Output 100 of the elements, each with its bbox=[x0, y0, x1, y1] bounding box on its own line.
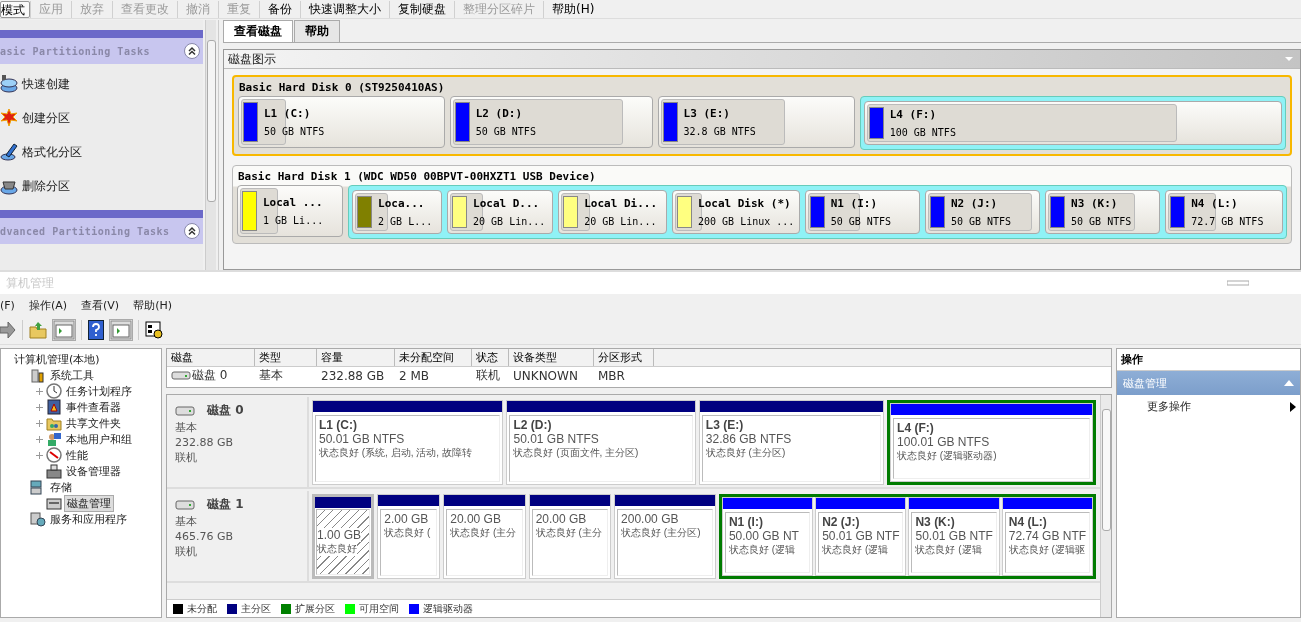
expander-icon[interactable] bbox=[35, 450, 44, 460]
partition-block[interactable]: N2 (J:) 50 GB NTFS bbox=[924, 190, 1040, 234]
action-link[interactable]: 更多操作 bbox=[1147, 399, 1191, 414]
starburst-icon[interactable] bbox=[0, 108, 18, 128]
panel-title: 磁盘图示 bbox=[228, 50, 276, 68]
toolbar-button[interactable]: 备份 bbox=[259, 0, 300, 18]
folder-up-icon[interactable] bbox=[29, 321, 47, 339]
tab[interactable]: 查看磁盘 bbox=[223, 20, 293, 42]
partition-name: N2 (J:) bbox=[822, 515, 860, 529]
partition-block[interactable]: N4 (L:) 72.7 GB NTFS bbox=[1165, 190, 1283, 234]
expander-icon[interactable] bbox=[35, 418, 44, 428]
column-header[interactable]: 类型 bbox=[255, 349, 317, 366]
column-header[interactable]: 状态 bbox=[472, 349, 509, 366]
disk-status: 联机 bbox=[175, 450, 197, 465]
submenu-arrow-icon bbox=[1290, 401, 1296, 412]
column-header[interactable]: 分区形式 bbox=[594, 349, 654, 366]
tree-item[interactable]: 本地用户和组 bbox=[64, 431, 134, 447]
tree-item[interactable]: 设备管理器 bbox=[64, 463, 123, 479]
partition-block[interactable]: Local Disk (*) 200 GB Linux ... bbox=[672, 190, 800, 234]
column-header[interactable]: 设备类型 bbox=[509, 349, 594, 366]
partition-block[interactable]: N3 (K:) 50 GB NTFS bbox=[1045, 190, 1161, 234]
help-icon[interactable] bbox=[88, 320, 104, 340]
menu-item[interactable]: 查看(V) bbox=[81, 297, 128, 313]
partition-block[interactable]: N1 (I:) 50 GB NTFS bbox=[804, 190, 920, 234]
disk-label-panel[interactable]: 磁盘 0 基本 232.88 GB 联机 bbox=[167, 397, 309, 487]
partition-tile[interactable]: N2 (J:) 50.01 GB NTF 状态良好 (逻辑 bbox=[815, 497, 907, 576]
pane-icon[interactable] bbox=[110, 320, 132, 340]
legend-label: 未分配 bbox=[187, 601, 217, 616]
partition-status: 状态良好 (主分 bbox=[450, 526, 517, 540]
scrollbar[interactable] bbox=[205, 20, 216, 270]
tree-item[interactable]: 共享文件夹 bbox=[64, 415, 123, 431]
partition-block[interactable]: Local Di... 20 GB Lin... bbox=[558, 190, 667, 234]
partition-block[interactable]: L1 (C:) 50 GB NTFS bbox=[238, 96, 445, 148]
task-link[interactable]: 创建分区 bbox=[22, 109, 70, 127]
table-cell: 232.88 GB bbox=[321, 368, 385, 383]
partition-name: L1 (C:) bbox=[319, 418, 357, 432]
folder-icon bbox=[46, 415, 62, 431]
menu-item[interactable]: 操作(A) bbox=[28, 297, 76, 313]
expander-icon[interactable] bbox=[35, 402, 44, 412]
partition-tile[interactable]: 20.00 GB 状态良好 (主分 bbox=[528, 494, 612, 579]
disk-label-panel[interactable]: 磁盘 1 基本 465.76 GB 联机 bbox=[167, 491, 309, 581]
expander-icon[interactable] bbox=[35, 434, 44, 444]
task-link[interactable]: 快速创建 bbox=[22, 75, 70, 93]
partition-size: 50.01 GB NTFS bbox=[319, 432, 405, 446]
partition-tile[interactable]: 200.00 GB 状态良好 (主分区) bbox=[614, 494, 716, 579]
tree-item[interactable]: 任务计划程序 bbox=[64, 383, 134, 399]
disk-drive-icon bbox=[175, 499, 195, 510]
disk-card[interactable]: Basic Hard Disk 0 (ST9250410AS) L1 (C:) 50 GB NTFS L2 (D:) 50 GB NTFS L3 (E:) 32.8 GB NTFS L4 (F:) 100 GB NTFS bbox=[232, 75, 1292, 156]
partition-tile[interactable]: N3 (K:) 50.01 GB NTF 状态良好 (逻辑 bbox=[908, 497, 1000, 576]
tree-item[interactable]: 性能 bbox=[64, 447, 90, 463]
partition-block[interactable]: L2 (D:) 50 GB NTFS bbox=[449, 96, 653, 148]
column-header[interactable]: 未分配空间 bbox=[395, 349, 472, 366]
partition-block[interactable]: L3 (E:) 32.8 GB NTFS bbox=[657, 96, 855, 148]
tab[interactable]: 帮助 bbox=[294, 20, 340, 42]
tree-item[interactable]: 系统工具 bbox=[48, 367, 96, 383]
task-link[interactable]: 格式化分区 bbox=[22, 143, 82, 161]
expander-icon[interactable] bbox=[35, 386, 44, 396]
scrollbar[interactable] bbox=[1100, 395, 1111, 617]
partition-tile[interactable]: 2.00 GB 状态良好 ( bbox=[377, 494, 441, 579]
partition-block[interactable]: Local D... 20 GB Lin... bbox=[447, 190, 554, 234]
menu-item[interactable]: (F) bbox=[0, 298, 23, 312]
toolbar-button[interactable]: 复制硬盘 bbox=[389, 0, 454, 18]
partition-size: 50 GB NTFS bbox=[830, 216, 891, 227]
task-link[interactable]: 删除分区 bbox=[22, 177, 70, 195]
disk-card[interactable] bbox=[232, 165, 1292, 244]
dropdown-icon[interactable] bbox=[1284, 55, 1294, 63]
partition-size: 100 GB NTFS bbox=[889, 127, 956, 138]
forward-arrow-icon[interactable] bbox=[0, 321, 16, 339]
partition-tile[interactable]: 1.00 GB 状态良好 bbox=[312, 494, 375, 579]
window-controls-icon[interactable] bbox=[1227, 280, 1249, 286]
pane-icon[interactable] bbox=[53, 320, 75, 340]
partition-size: 200 GB Linux ... bbox=[698, 216, 795, 227]
partition-tile[interactable]: N4 (L:) 72.74 GB NTF 状态良好 (逻辑驱 bbox=[1001, 497, 1093, 576]
properties-icon[interactable] bbox=[145, 321, 163, 339]
collapse-icon[interactable] bbox=[184, 223, 200, 239]
partition-block[interactable]: Local ... 1 GB Li... bbox=[237, 185, 344, 237]
partition-block[interactable]: L4 (F:) 100 GB NTFS bbox=[863, 101, 1282, 145]
toolbar-button[interactable]: 快速调整大小 bbox=[300, 0, 389, 18]
partition-tile[interactable]: 20.00 GB 状态良好 (主分 bbox=[443, 494, 526, 579]
collapse-icon[interactable] bbox=[184, 43, 200, 59]
column-header[interactable]: 容量 bbox=[317, 349, 395, 366]
partition-tile[interactable]: L3 (E:) 32.86 GB NTFS 状态良好 (主分区) bbox=[698, 400, 885, 485]
menu-item[interactable]: 帮助(H) bbox=[133, 297, 180, 313]
pencil-icon[interactable] bbox=[0, 142, 18, 162]
tree-item[interactable]: 服务和应用程序 bbox=[48, 511, 129, 527]
tree-item[interactable]: 磁盘管理 bbox=[64, 494, 114, 512]
partition-block[interactable]: Loca... 2 GB L... bbox=[352, 190, 442, 234]
disks-icon[interactable] bbox=[0, 74, 18, 94]
toolbar-button[interactable]: 帮助(H) bbox=[543, 0, 603, 18]
column-header[interactable]: 磁盘 bbox=[167, 349, 255, 366]
partition-tile[interactable]: L2 (D:) 50.01 GB NTFS 状态良好 (页面文件, 主分区) bbox=[506, 400, 696, 485]
users-icon bbox=[46, 431, 62, 447]
partition-size: 50 GB NTFS bbox=[1071, 216, 1132, 227]
tree-item[interactable]: 存储 bbox=[48, 479, 74, 495]
partition-tile[interactable]: L4 (F:) 100.01 GB NTFS 状态良好 (逻辑驱动器) bbox=[890, 403, 1093, 482]
partition-tile[interactable]: N1 (I:) 50.00 GB NT 状态良好 (逻辑 bbox=[721, 497, 814, 576]
tree-item[interactable]: 事件查看器 bbox=[64, 399, 123, 415]
tree-item[interactable]: 计算机管理(本地) bbox=[12, 351, 102, 367]
partition-tile[interactable]: L1 (C:) 50.01 GB NTFS 状态良好 (系统, 启动, 活动, 故障转 bbox=[312, 400, 504, 485]
toolbar-button[interactable]: 模式 bbox=[0, 0, 30, 18]
